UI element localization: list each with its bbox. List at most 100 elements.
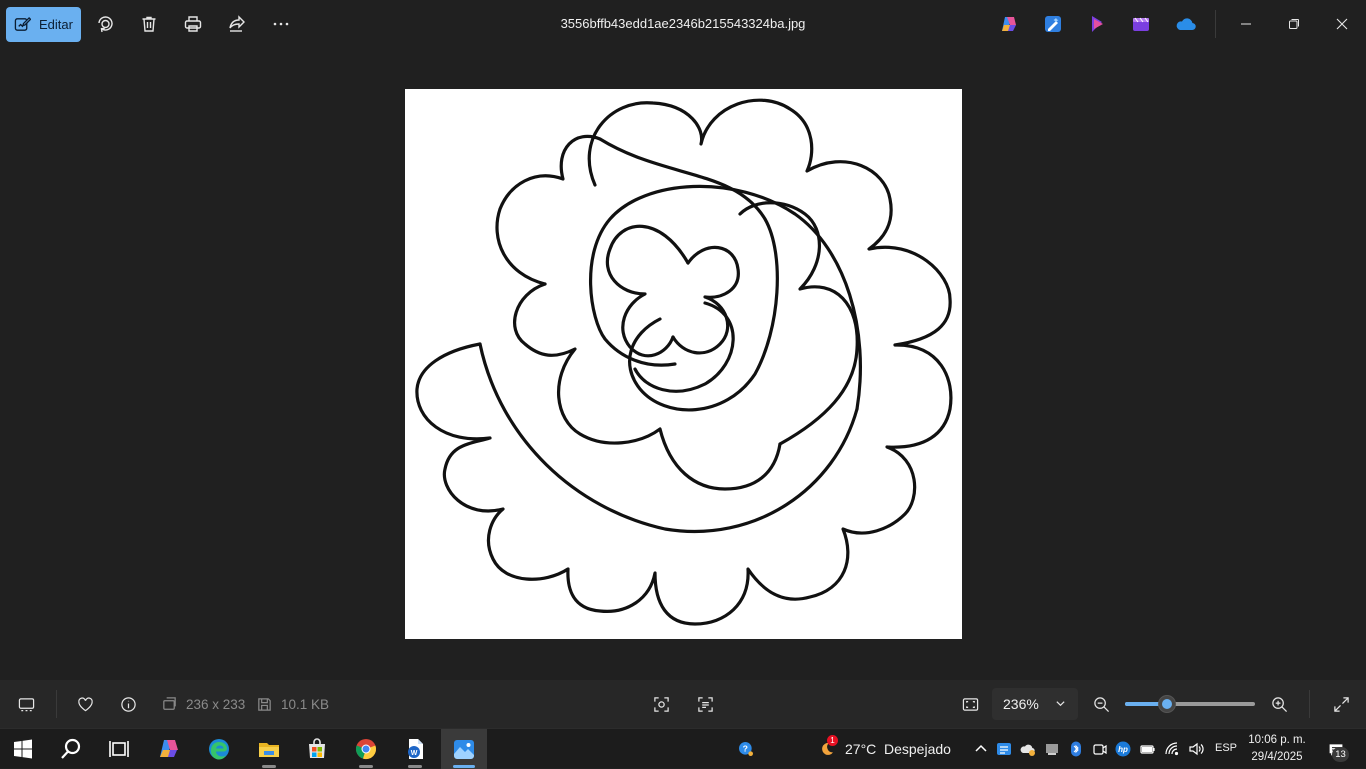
filmstrip-icon xyxy=(18,697,34,711)
file-explorer-icon xyxy=(259,743,279,757)
tray-volume[interactable] xyxy=(1186,739,1206,759)
clipchamp-purple-icon xyxy=(1092,16,1103,32)
copilot-app-button[interactable] xyxy=(998,13,1020,35)
svg-text:W: W xyxy=(411,750,418,757)
restore-icon xyxy=(1289,19,1299,29)
weather-temperature[interactable]: 27°C xyxy=(845,741,876,757)
print-icon xyxy=(184,16,202,32)
onedrive-icon xyxy=(1176,18,1196,31)
taskbar-chrome-button[interactable] xyxy=(343,729,389,769)
taskbar-file-explorer-button[interactable] xyxy=(246,729,292,769)
tray-battery[interactable] xyxy=(1138,739,1158,759)
store-icon xyxy=(309,738,325,758)
info-button[interactable] xyxy=(118,694,138,714)
visual-search-icon xyxy=(653,696,669,712)
top-toolbar: Editar 3556bffb43edd1ae2346b215543324ba.… xyxy=(0,0,1366,48)
fit-to-window-button[interactable] xyxy=(960,694,980,714)
notifications-button[interactable]: 13 xyxy=(1324,738,1349,762)
taskbar-photos-button[interactable] xyxy=(441,729,487,769)
show-hidden-icons-button[interactable] xyxy=(971,739,991,759)
zoom-in-button[interactable] xyxy=(1269,694,1289,714)
heart-icon xyxy=(77,696,93,711)
print-button[interactable] xyxy=(178,10,208,38)
chevron-up-icon xyxy=(975,744,987,752)
image-dimensions-icon xyxy=(162,696,176,710)
statusbar-divider xyxy=(56,690,57,718)
share-icon xyxy=(229,15,245,32)
photos-icon xyxy=(454,740,474,759)
wifi-icon xyxy=(1165,742,1179,756)
taskbar-edge-button[interactable] xyxy=(196,729,242,769)
zoom-level-select[interactable]: 236% xyxy=(992,688,1078,720)
taskbar-search-button[interactable] xyxy=(48,729,94,769)
taskbar-clock[interactable]: 10:06 p. m. 29/4/2025 xyxy=(1244,732,1310,766)
text-extract-button[interactable] xyxy=(695,694,715,714)
tray-bluetooth[interactable] xyxy=(1066,739,1086,759)
close-icon xyxy=(1336,18,1348,30)
visual-search-button[interactable] xyxy=(651,694,671,714)
weather-description[interactable]: Despejado xyxy=(884,741,951,757)
network-app-icon xyxy=(997,743,1011,755)
maximize-button[interactable] xyxy=(1272,8,1316,40)
tray-camera[interactable] xyxy=(1090,739,1110,759)
file-name-title: 3556bffb43edd1ae2346b215543324ba.jpg xyxy=(560,16,806,31)
toolbar-divider xyxy=(1215,10,1216,38)
taskbar-copilot-button[interactable] xyxy=(146,729,192,769)
minimize-button[interactable] xyxy=(1224,8,1268,40)
text-scan-icon xyxy=(697,696,713,712)
spiral-flower-drawing xyxy=(415,98,953,626)
start-button[interactable] xyxy=(0,729,46,769)
close-button[interactable] xyxy=(1320,8,1364,40)
taskbar-word-button[interactable]: W xyxy=(392,729,438,769)
taskbar-store-button[interactable] xyxy=(294,729,340,769)
input-language[interactable]: ESP xyxy=(1215,742,1237,754)
designer-icon xyxy=(1045,16,1061,32)
edit-button-label: Editar xyxy=(39,17,73,32)
task-view-icon xyxy=(109,741,129,757)
tray-onedrive[interactable] xyxy=(1018,739,1038,759)
status-bar: 236 x 233 10.1 KB 236% xyxy=(0,680,1366,728)
edit-button[interactable]: Editar xyxy=(6,7,81,42)
clipchamp-app-button[interactable] xyxy=(1130,13,1152,35)
save-disk-icon xyxy=(257,697,271,711)
zoom-out-icon xyxy=(1093,696,1109,712)
weather-widget-button[interactable]: 1 xyxy=(814,735,840,762)
zoom-slider[interactable] xyxy=(1125,695,1255,713)
onedrive-app-button[interactable] xyxy=(1174,13,1196,35)
notification-count: 13 xyxy=(1332,747,1349,762)
zoom-out-button[interactable] xyxy=(1091,694,1111,714)
clipchamp-icon xyxy=(1133,17,1149,31)
tray-wifi[interactable] xyxy=(1162,739,1182,759)
clock-time: 10:06 p. m. xyxy=(1248,734,1306,746)
image-dimensions: 236 x 233 xyxy=(186,697,246,712)
image-canvas[interactable] xyxy=(405,89,962,639)
clipchamp-purple-app-button[interactable] xyxy=(1087,13,1109,35)
fullscreen-icon xyxy=(1333,696,1349,712)
more-icon xyxy=(273,22,289,26)
windows-taskbar: W ? 1 27°C Despejado hp ESP 10:06 p. m. … xyxy=(0,728,1366,769)
tray-hp[interactable]: hp xyxy=(1113,739,1133,759)
device-icon xyxy=(1046,744,1058,755)
tray-app-1[interactable] xyxy=(994,739,1014,759)
copilot-icon xyxy=(160,740,178,757)
svg-text:hp: hp xyxy=(1118,745,1128,754)
favorite-button[interactable] xyxy=(75,694,95,714)
minimize-icon xyxy=(1241,23,1251,25)
rotate-button[interactable] xyxy=(90,10,120,38)
zoom-level-value: 236% xyxy=(1003,696,1039,712)
help-tray-button[interactable]: ? xyxy=(734,737,758,761)
bluetooth-icon xyxy=(1071,741,1081,757)
delete-button[interactable] xyxy=(134,10,164,38)
share-button[interactable] xyxy=(222,10,252,38)
task-view-button[interactable] xyxy=(96,729,142,769)
edit-image-icon xyxy=(14,16,32,31)
tray-device[interactable] xyxy=(1042,739,1062,759)
statusbar-divider-right xyxy=(1309,690,1310,718)
filmstrip-button[interactable] xyxy=(16,694,36,714)
fit-window-icon xyxy=(962,697,978,711)
zoom-slider-thumb[interactable] xyxy=(1158,695,1176,713)
windows-start-icon xyxy=(14,739,32,759)
more-options-button[interactable] xyxy=(266,10,296,38)
designer-app-button[interactable] xyxy=(1042,13,1064,35)
fullscreen-button[interactable] xyxy=(1331,694,1351,714)
